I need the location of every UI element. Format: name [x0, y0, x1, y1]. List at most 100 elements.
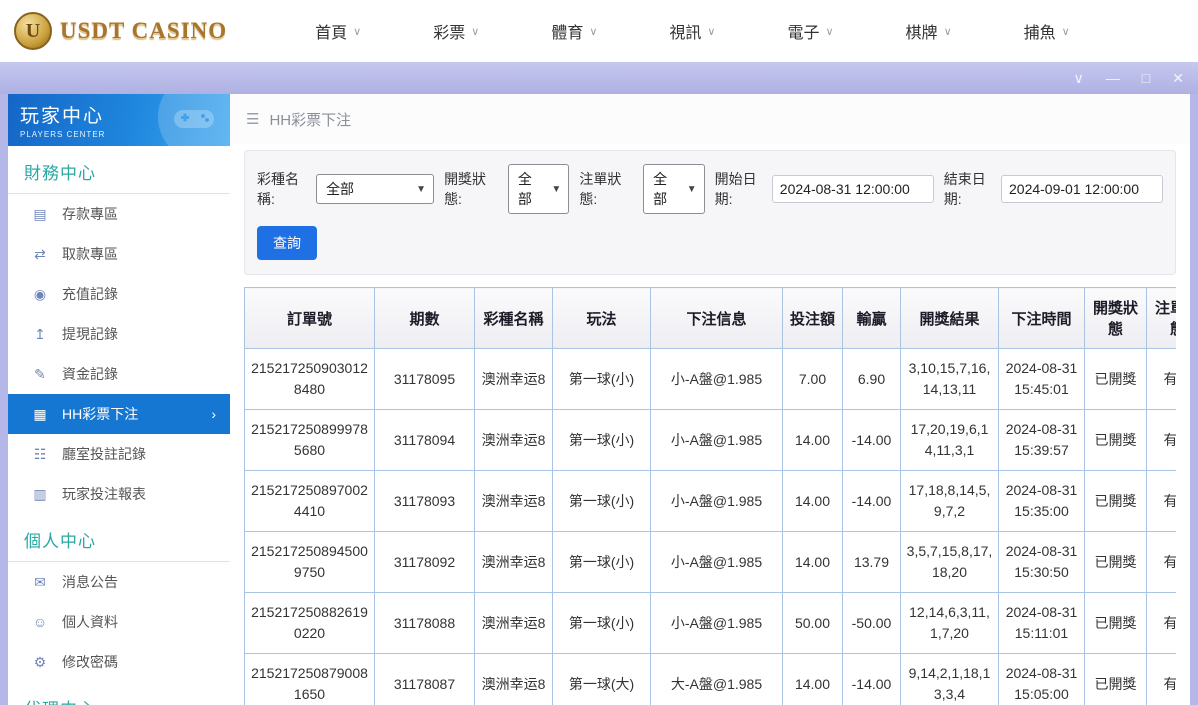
- table-cell: 12,14,6,3,11,1,7,20: [900, 592, 999, 654]
- breadcrumb: ☰ HH彩票下注: [230, 94, 1190, 144]
- table-cell: 有效: [1146, 653, 1176, 705]
- draw-status-filter-label: 開獎狀態:: [444, 171, 487, 207]
- lottery-bet-icon: ▦: [33, 405, 47, 422]
- table-cell: 小-A盤@1.985: [650, 409, 783, 471]
- nav-item[interactable]: 棋牌 ∨: [870, 19, 988, 43]
- sidebar-header: 玩家中心 PLAYERS CENTER: [8, 94, 230, 146]
- table-cell: 2152172508826190220: [244, 592, 375, 654]
- table-cell: 50.00: [782, 592, 843, 654]
- table-row: 2152172508999785680 31178094 澳洲幸运8 第一球(小) 小-…: [244, 409, 1176, 471]
- table-cell: 2024-08-31 15:35:00: [998, 470, 1085, 532]
- lottery-select[interactable]: 全部 ▼: [316, 174, 435, 204]
- table-cell: 已開獎: [1084, 470, 1147, 532]
- table-cell: 2024-08-31 15:11:01: [998, 592, 1085, 654]
- column-header: 彩種名稱: [474, 287, 553, 349]
- sidebar-item-label: 取款專區: [62, 246, 118, 262]
- page-title: HH彩票下注: [269, 111, 352, 129]
- table-row: 2152172509030128480 31178095 澳洲幸运8 第一球(小) 小-…: [244, 348, 1176, 410]
- nav-item[interactable]: 體育 ∨: [515, 19, 633, 43]
- table-cell: 14.00: [782, 531, 843, 593]
- sidebar-item-change-password[interactable]: ⚙ 修改密碼: [8, 642, 230, 682]
- sidebar-item-profile[interactable]: ☺ 個人資料: [8, 602, 230, 642]
- table-cell: 2152172508970024410: [244, 470, 375, 532]
- table-cell: 2152172508945009750: [244, 531, 375, 593]
- table-cell: -14.00: [842, 653, 901, 705]
- chevron-down-icon: ∨: [471, 25, 480, 38]
- table-cell: 大-A盤@1.985: [650, 653, 783, 705]
- sidebar-item-label: 資金記錄: [62, 366, 118, 382]
- sidebar-item-lottery-bet[interactable]: ▦ HH彩票下注 ›: [8, 394, 230, 434]
- table-cell: 有效: [1146, 409, 1176, 471]
- sidebar-item-label: 修改密碼: [62, 654, 118, 670]
- hamburger-menu-icon[interactable]: ☰: [246, 110, 259, 128]
- table-cell: 已開獎: [1084, 653, 1147, 705]
- nav-item-label: 電子: [787, 25, 820, 42]
- coin-logo-icon: U: [14, 12, 52, 50]
- table-cell: 3,5,7,15,8,17,18,20: [900, 531, 999, 593]
- sidebar-section-label: 財務中心: [8, 146, 230, 194]
- table-cell: 2024-08-31 15:39:57: [998, 409, 1085, 471]
- table-cell: 31178094: [374, 409, 475, 471]
- table-cell: 31178087: [374, 653, 475, 705]
- nav-item[interactable]: 電子 ∨: [751, 19, 869, 43]
- table-cell: 7.00: [782, 348, 843, 410]
- sidebar-item-recharge-record[interactable]: ◉ 充值記錄: [8, 274, 230, 314]
- chevron-down-icon: ▼: [551, 183, 562, 195]
- sidebar-sections: 財務中心 ▤ 存款專區 ⇄ 取款專區 ◉ 充值記錄 ↥ 提現記錄 ✎ 資金記錄 ▦ HH彩票下注 › ☷ 廳室…: [8, 146, 230, 705]
- lottery-filter-label: 彩種名稱:: [257, 171, 299, 207]
- change-password-icon: ⚙: [33, 653, 47, 670]
- table-cell: 小-A盤@1.985: [650, 531, 783, 593]
- search-button[interactable]: 查詢: [257, 226, 317, 260]
- sidebar-item-label: 廳室投註記錄: [62, 446, 146, 462]
- table-cell: 有效: [1146, 592, 1176, 654]
- nav-item-label: 視訊: [669, 25, 702, 42]
- sidebar-item-player-bet-report[interactable]: ▥ 玩家投注報表: [8, 474, 230, 514]
- chevron-down-icon: ∨: [353, 25, 362, 38]
- end-date-input[interactable]: [1001, 175, 1163, 203]
- table-cell: 有效: [1146, 348, 1176, 410]
- sidebar-item-label: 提現記錄: [62, 326, 118, 342]
- chevron-down-icon: ▼: [686, 183, 697, 195]
- table-cell: 2024-08-31 15:45:01: [998, 348, 1085, 410]
- table-cell: 已開獎: [1084, 348, 1147, 410]
- table-cell: 第一球(小): [552, 348, 651, 410]
- filter-panel: 彩種名稱: 全部 ▼ 開獎狀態: 全部 ▼ 注單狀態: 全部 ▼ 開始日期: 2…: [244, 150, 1176, 275]
- nav-item[interactable]: 首頁 ∨: [279, 19, 397, 43]
- start-date-input[interactable]: [771, 175, 934, 203]
- table-cell: 小-A盤@1.985: [650, 592, 783, 654]
- chevron-down-icon[interactable]: ∨: [1074, 71, 1084, 85]
- column-header: 投注額: [782, 287, 843, 349]
- minimize-icon[interactable]: —: [1106, 71, 1120, 85]
- nav-item-label: 首頁: [315, 25, 348, 42]
- table-cell: 澳洲幸运8: [474, 653, 553, 705]
- sidebar-item-room-bet-record[interactable]: ☷ 廳室投註記錄: [8, 434, 230, 474]
- deposit-icon: ▤: [33, 205, 47, 222]
- nav-item[interactable]: 捕魚 ∨: [988, 19, 1106, 43]
- main-nav: 首頁 ∨ 彩票 ∨ 體育 ∨ 視訊 ∨ 電子 ∨ 棋牌 ∨ 捕魚 ∨: [279, 19, 1106, 43]
- bet-status-select[interactable]: 全部 ▼: [643, 164, 705, 214]
- table-cell: 31178088: [374, 592, 475, 654]
- maximize-icon[interactable]: □: [1142, 71, 1150, 85]
- draw-status-select[interactable]: 全部 ▼: [507, 164, 570, 214]
- table-row: 2152172508790081650 31178087 澳洲幸运8 第一球(大) 大-…: [244, 653, 1176, 705]
- chevron-down-icon: ▼: [416, 183, 427, 195]
- brand-logo[interactable]: U USDT CASINO: [14, 12, 227, 50]
- table-cell: 第一球(小): [552, 531, 651, 593]
- bet-status-filter-label: 注單狀態:: [579, 171, 622, 207]
- sidebar-item-withdraw[interactable]: ⇄ 取款專區: [8, 234, 230, 274]
- column-header: 期數: [374, 287, 475, 349]
- withdrawal-record-icon: ↥: [34, 325, 46, 342]
- nav-item[interactable]: 視訊 ∨: [633, 19, 751, 43]
- close-icon[interactable]: ✕: [1172, 71, 1184, 85]
- sidebar-item-funds-record[interactable]: ✎ 資金記錄: [8, 354, 230, 394]
- sidebar: 玩家中心 PLAYERS CENTER 財務中心 ▤ 存款專區 ⇄ 取款專區 ◉ 充值記錄 ↥…: [8, 94, 230, 705]
- table-cell: 17,20,19,6,14,11,3,1: [900, 409, 999, 471]
- recharge-record-icon: ◉: [33, 285, 47, 302]
- sidebar-item-deposit[interactable]: ▤ 存款專區: [8, 194, 230, 234]
- bets-table-wrap: 訂單號期數彩種名稱玩法下注信息投注額輸贏開獎結果下注時間開獎狀態注單狀態 215…: [244, 287, 1176, 705]
- sidebar-item-withdrawal-record[interactable]: ↥ 提現記錄: [8, 314, 230, 354]
- nav-item[interactable]: 彩票 ∨: [397, 19, 515, 43]
- withdraw-icon: ⇄: [34, 245, 46, 262]
- sidebar-item-announcement[interactable]: ✉ 消息公告: [8, 562, 230, 602]
- room-bet-record-icon: ☷: [33, 445, 47, 462]
